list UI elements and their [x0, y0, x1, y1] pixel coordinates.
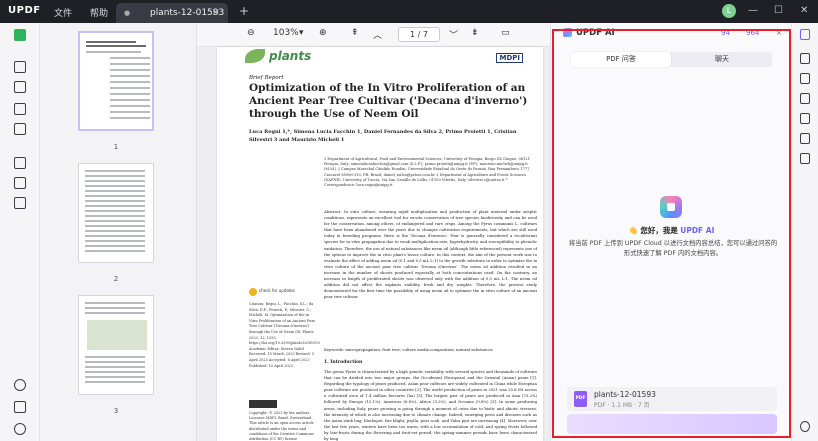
paper-authors: Luca Regni 1,*, Simona Lucia Facchin 1, … — [249, 129, 517, 143]
comment-mode-icon[interactable]: ▭ — [501, 28, 510, 38]
greeting-text: 您好，我是 — [640, 226, 678, 235]
right-toolbar — [791, 23, 818, 441]
view-toolbar: ⊖ 103% ▾ ⊕ ⇞ ︿ 1 / 7 ﹀ ⇟ ▭ — [197, 23, 550, 47]
bookmark-icon[interactable] — [14, 401, 26, 413]
updf-logo: UPDF — [8, 5, 41, 16]
check-updates-label[interactable]: check for updates — [259, 288, 295, 293]
copyright-text: Copyright: © 2023 by the authors. Licens… — [249, 411, 314, 441]
citation-block: Citation: Regni, L.; Facchin, S.L.; da S… — [249, 302, 320, 368]
panel-close-icon[interactable]: × — [776, 29, 782, 37]
ai-assistant-icon[interactable] — [800, 29, 810, 40]
share-icon[interactable] — [800, 113, 810, 124]
credits-counter-b: 964 — [746, 29, 760, 37]
attached-file-card[interactable]: PDF plants-12-01593 PDF · 1.1 MB · 7 页 — [567, 387, 777, 411]
protect-icon[interactable] — [14, 197, 26, 209]
minimize-icon[interactable]: — — [748, 5, 758, 16]
tab-close-icon[interactable]: × — [212, 7, 220, 18]
zoom-out-icon[interactable]: ⊖ — [247, 28, 255, 38]
thumbnail-page-3[interactable] — [78, 295, 154, 395]
greeting-brand: UPDF AI — [680, 226, 715, 235]
file-meta: PDF · 1.1 MB · 7 页 — [594, 402, 650, 409]
ai-input-bar[interactable] — [567, 414, 777, 434]
zoom-level[interactable]: 103% — [273, 28, 299, 38]
keywords: Keywords: micropropagation; fruit tree; … — [324, 347, 493, 352]
ai-panel: UPDF AI 94 964 × PDF 问答 聊天 👋 您好，我是 UPDF … — [550, 23, 791, 441]
ai-description: 将当前 PDF 上传到 UPDF Cloud 以进行文档内容总结，您可以通过问答… — [568, 240, 778, 257]
thumbnail-number: 2 — [113, 275, 119, 283]
abstract: Abstract: In vitro culture, ensuring rap… — [324, 209, 537, 300]
tab-pdf-qa[interactable]: PDF 问答 — [571, 52, 671, 67]
thumbnail-number: 1 — [113, 143, 119, 151]
ai-mode-tabs: PDF 问答 聊天 — [571, 52, 772, 67]
pdf-file-icon: PDF — [574, 391, 587, 407]
tab-modified-dot: ● — [124, 9, 131, 17]
document-area: ⊖ 103% ▾ ⊕ ⇞ ︿ 1 / 7 ﹀ ⇟ ▭ plants MDPI B… — [197, 23, 550, 441]
publisher-logo: MDPI — [496, 53, 523, 63]
new-tab-button[interactable]: + — [239, 4, 249, 18]
ai-panel-title: UPDF AI — [576, 28, 615, 38]
tab-chat[interactable]: 聊天 — [672, 52, 772, 67]
last-page-icon[interactable]: ⇟ — [471, 28, 479, 38]
mail-icon[interactable] — [800, 133, 810, 144]
next-page-icon[interactable]: ﹀ — [449, 28, 458, 41]
wave-icon: 👋 — [628, 226, 638, 235]
cc-license-badge — [249, 400, 277, 408]
thumbnail-page-1[interactable] — [78, 31, 154, 131]
ai-panel-header: UPDF AI 94 964 × — [551, 23, 792, 45]
ocr-icon[interactable] — [800, 73, 810, 84]
save-icon[interactable] — [800, 153, 810, 164]
layers-icon[interactable] — [14, 379, 26, 391]
convert-icon[interactable] — [800, 53, 810, 64]
zoom-in-icon[interactable]: ⊕ — [319, 28, 327, 38]
zoom-dropdown-icon[interactable]: ▾ — [299, 28, 304, 38]
organize-pages-icon[interactable] — [14, 103, 26, 115]
user-avatar[interactable]: L — [722, 4, 736, 18]
title-bar: UPDF 文件 帮助 ● plants-12-01593 × + L — ☐ ✕ — [0, 0, 818, 23]
document-tab[interactable]: ● plants-12-01593 × — [116, 3, 228, 23]
comment-icon[interactable] — [14, 61, 26, 73]
credits-counter-a: 94 — [721, 29, 730, 37]
page-current: 1 — [410, 30, 416, 39]
file-name: plants-12-01593 — [594, 390, 656, 399]
prev-page-icon[interactable]: ︿ — [373, 28, 382, 41]
left-toolbar — [0, 23, 40, 441]
reader-icon[interactable] — [14, 29, 26, 41]
page-separator: / — [417, 30, 421, 39]
thumbnail-page-2[interactable] — [78, 163, 154, 263]
journal-leaf-icon — [245, 49, 265, 63]
export-icon[interactable] — [800, 93, 810, 104]
edit-text-icon[interactable] — [14, 81, 26, 93]
first-page-icon[interactable]: ⇞ — [351, 28, 359, 38]
paper-title: Optimization of the In Vitro Proliferati… — [249, 82, 528, 120]
journal-name: plants — [269, 49, 312, 63]
affiliations: 1 Department of Agricultural, Food and E… — [324, 157, 531, 188]
report-type: Brief Report — [249, 75, 284, 81]
ocr-icon[interactable] — [14, 157, 26, 169]
updf-ai-logo-icon — [660, 196, 682, 218]
page-total: 7 — [422, 30, 428, 39]
menu-help[interactable]: 帮助 — [90, 6, 108, 19]
pdf-page: plants MDPI Brief Report Optimization of… — [217, 47, 543, 441]
form-icon[interactable] — [14, 123, 26, 135]
help-icon[interactable] — [800, 421, 810, 432]
updf-ai-icon — [563, 28, 572, 37]
ai-greeting: 👋 您好，我是 UPDF AI — [551, 225, 792, 236]
maximize-icon[interactable]: ☐ — [774, 5, 783, 16]
thumbnail-panel: 1 2 3 — [40, 23, 197, 441]
convert-icon[interactable] — [14, 177, 26, 189]
page-number-input[interactable]: 1 / 7 — [398, 27, 440, 42]
close-window-icon[interactable]: ✕ — [800, 5, 808, 16]
attachment-icon[interactable] — [14, 423, 26, 435]
section-heading: 1. Introduction — [324, 360, 363, 365]
menu-file[interactable]: 文件 — [54, 6, 72, 19]
check-updates-icon[interactable] — [249, 288, 257, 296]
introduction-text: The genus Pyrus is characterized by a hi… — [324, 369, 537, 441]
thumbnail-number: 3 — [113, 407, 119, 415]
